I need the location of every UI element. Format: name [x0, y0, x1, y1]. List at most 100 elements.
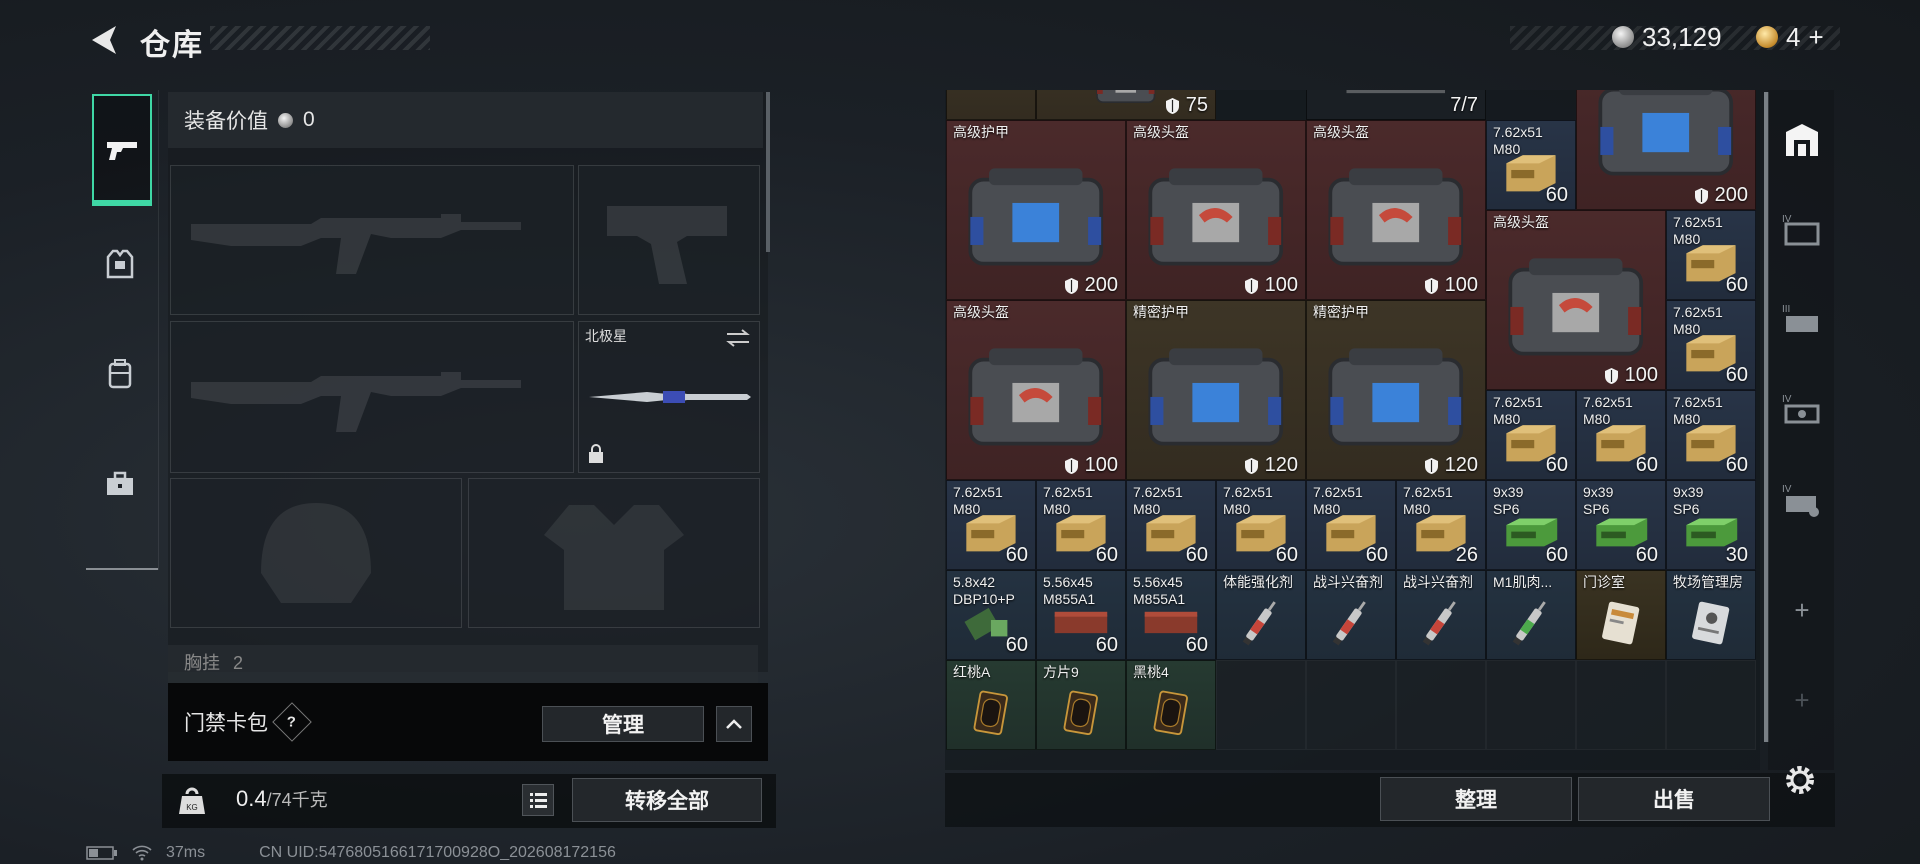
user-uid: CN UID:5476805166171700928O_202608172156 [259, 844, 616, 861]
warehouse-item[interactable]: 战斗兴奋剂 [1396, 570, 1486, 660]
collapse-button[interactable] [716, 706, 752, 742]
warehouse-item[interactable]: 5.8x42 DBP10+P 60 [946, 570, 1036, 660]
sell-button[interactable]: 出售 [1578, 777, 1770, 821]
helmet-slot[interactable] [170, 478, 462, 628]
add-container-button-disabled[interactable]: + [1782, 680, 1822, 720]
warehouse-item[interactable]: 7.62x51 M80 60 [946, 480, 1036, 570]
melee-slot-name: 北极星 [585, 328, 627, 344]
warehouse-item[interactable]: 精密护甲 120 [1306, 300, 1486, 480]
warehouse-item[interactable]: 高级头盔 100 [946, 300, 1126, 480]
primary-weapon-slot[interactable] [170, 165, 574, 315]
warehouse-item[interactable]: 7.62x51 M80 26 [1396, 480, 1486, 570]
item-count: 26 [1456, 544, 1478, 567]
item-name: 精密护甲 [1133, 304, 1189, 320]
tab-backpack[interactable] [92, 320, 148, 428]
gold-currency[interactable]: 4 + [1756, 22, 1824, 52]
category-rail [86, 90, 159, 570]
warehouse-item[interactable]: 精密护甲 120 [1126, 300, 1306, 480]
secondary-weapon-slot[interactable] [170, 321, 574, 473]
melee-slot[interactable]: 北极星 [578, 321, 760, 473]
warehouse-item[interactable]: 高级头盔 100 [1306, 120, 1486, 300]
rail-warehouse[interactable] [1782, 120, 1822, 160]
back-button[interactable] [86, 22, 122, 58]
empty-slot[interactable] [1396, 660, 1486, 750]
warehouse-item[interactable]: 牧场管理房 [1666, 570, 1756, 660]
pistol-icon [107, 142, 137, 160]
warehouse-item[interactable]: 5.56x45 M855A1 60 [1036, 570, 1126, 660]
item-count-value: 60 [1635, 454, 1658, 476]
warehouse-item[interactable]: 门诊室 [1576, 570, 1666, 660]
warehouse-item[interactable]: 75 [1036, 90, 1216, 120]
battery-icon [86, 846, 117, 860]
equipment-scrollbar[interactable] [766, 92, 770, 252]
item-name: 高级头盔 [953, 304, 1009, 320]
item-count-value: 60 [1095, 544, 1118, 566]
warehouse-item[interactable]: 7.62x51 M80 60 [1666, 300, 1756, 390]
warehouse-item[interactable]: 7.62x51 M80 60 [1216, 480, 1306, 570]
item-count-value: 60 [1185, 544, 1208, 566]
pistol-slot[interactable] [578, 165, 760, 315]
tab-weapons[interactable] [92, 94, 152, 206]
empty-slot[interactable] [1486, 660, 1576, 750]
warehouse-item[interactable]: 黑桃4 [1126, 660, 1216, 750]
item-count: 60 [1006, 634, 1028, 657]
keycard-icon [1584, 597, 1658, 646]
warehouse-item[interactable]: 7.62x51 M80 60 [1486, 390, 1576, 480]
warehouse-item[interactable]: 7.62x51 M80 60 [1576, 390, 1666, 480]
tab-armor[interactable] [92, 210, 148, 318]
syringe-icon [1224, 597, 1298, 646]
rail-case-iv-a[interactable]: IV [1782, 210, 1822, 250]
syringe-icon [1314, 597, 1388, 646]
swap-icon[interactable] [725, 328, 751, 348]
warehouse-item[interactable]: 红桃A [946, 660, 1036, 750]
warehouse-item[interactable]: 7.62x51 M80 60 [1666, 390, 1756, 480]
empty-slot[interactable] [1666, 660, 1756, 750]
warehouse-item[interactable]: 200 [1576, 90, 1756, 210]
warehouse-item[interactable]: 高级头盔 100 [1486, 210, 1666, 390]
weight-icon: KG [179, 787, 205, 814]
add-container-button[interactable]: + [1782, 590, 1822, 630]
warehouse-item[interactable]: 7/7 [1306, 90, 1486, 120]
empty-slot[interactable] [1306, 660, 1396, 750]
sort-button[interactable]: 整理 [1380, 777, 1572, 821]
warehouse-item[interactable]: 方片9 [1036, 660, 1126, 750]
empty-slot[interactable] [1216, 660, 1306, 750]
help-icon[interactable]: ? [272, 702, 312, 742]
rail-case-iv-b[interactable]: IV [1782, 390, 1822, 430]
warehouse-item[interactable]: 高级护甲 200 [946, 120, 1126, 300]
warehouse-item[interactable]: 7.62x51 M80 60 [1666, 210, 1756, 300]
rifle-silhouette-icon [191, 372, 521, 432]
item-count-value: 60 [1005, 634, 1028, 656]
rail-case-iii[interactable]: III [1782, 300, 1822, 340]
warehouse-item[interactable]: 5.56x45 M855A1 60 [1126, 570, 1216, 660]
item-count: 60 [1366, 544, 1388, 567]
rifle-silhouette-icon [191, 214, 521, 274]
case-icon [1321, 90, 1471, 107]
warehouse-grid[interactable]: 75 7/7 200 高级护甲 200 高级头盔 100 高级头盔 100 7.62x51 M80… [945, 90, 1760, 770]
list-view-button[interactable] [522, 784, 554, 816]
warehouse-item[interactable] [946, 90, 1036, 120]
warehouse-item[interactable]: M1肌肉... [1486, 570, 1576, 660]
tab-case[interactable] [92, 430, 148, 538]
warehouse-item[interactable]: 战斗兴奋剂 [1306, 570, 1396, 660]
warehouse-item[interactable]: 7.62x51 M80 60 [1486, 120, 1576, 210]
warehouse-item[interactable]: 7.62x51 M80 60 [1306, 480, 1396, 570]
manage-button[interactable]: 管理 [542, 706, 704, 742]
silver-amount: 33,129 [1642, 21, 1722, 52]
transfer-all-button[interactable]: 转移全部 [572, 778, 762, 822]
warehouse-item[interactable]: 高级头盔 100 [1126, 120, 1306, 300]
warehouse-item[interactable]: 体能强化剂 [1216, 570, 1306, 660]
chevron-up-icon [726, 719, 742, 729]
settings-button[interactable] [1782, 762, 1822, 802]
gold-plus-icon[interactable]: + [1808, 22, 1823, 53]
empty-slot[interactable] [1576, 660, 1666, 750]
armor-slot[interactable] [468, 478, 760, 628]
silver-coin-icon [278, 112, 293, 128]
warehouse-item[interactable]: 9x39 SP6 30 [1666, 480, 1756, 570]
armor-vest-icon [106, 249, 134, 279]
warehouse-item[interactable]: 7.62x51 M80 60 [1126, 480, 1216, 570]
warehouse-item[interactable]: 7.62x51 M80 60 [1036, 480, 1126, 570]
warehouse-item[interactable]: 9x39 SP6 60 [1576, 480, 1666, 570]
warehouse-item[interactable]: 9x39 SP6 60 [1486, 480, 1576, 570]
rail-case-iv-c[interactable]: IV [1782, 480, 1822, 520]
